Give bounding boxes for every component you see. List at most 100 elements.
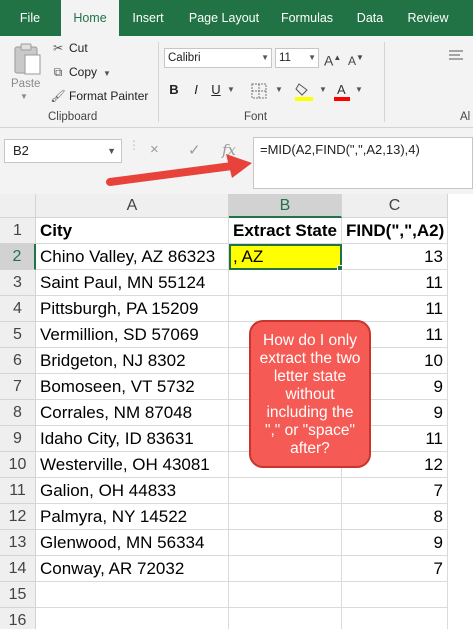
column-header-c[interactable]: C: [342, 194, 448, 218]
underline-button[interactable]: U: [208, 80, 224, 100]
cell-a11[interactable]: Galion, OH 44833: [36, 478, 229, 504]
clipboard-group-label: Clipboard: [48, 111, 98, 123]
ribbon-home: Paste ▼ ✂ Cut ⧉ Copy ▼ 🖌 Format Painter Clip…: [0, 36, 473, 128]
scissors-icon: ✂: [52, 41, 64, 55]
row-header-15[interactable]: 15: [0, 582, 36, 608]
fill-handle[interactable]: [337, 265, 343, 271]
cell-c1[interactable]: FIND(",",A2): [342, 218, 448, 244]
row-header-12[interactable]: 12: [0, 504, 36, 530]
italic-button[interactable]: I: [188, 80, 204, 100]
row-header-3[interactable]: 3: [0, 270, 36, 296]
increase-font-size-button[interactable]: A▲: [324, 49, 341, 69]
cell-a5[interactable]: Vermillion, SD 57069: [36, 322, 229, 348]
column-header-b[interactable]: B: [229, 194, 342, 218]
row-header-16[interactable]: 16: [0, 608, 36, 629]
cell-b12[interactable]: [229, 504, 342, 530]
font-size-select[interactable]: 11 ▼: [275, 48, 319, 68]
cell-c4[interactable]: 11: [342, 296, 448, 322]
cell-c14[interactable]: 7: [342, 556, 448, 582]
formula-input[interactable]: =MID(A2,FIND(",",A2,13),4): [253, 137, 473, 189]
fill-color-button[interactable]: [292, 80, 316, 101]
cell-b2[interactable]: , AZ: [229, 244, 342, 270]
tab-page-layout[interactable]: Page Layout: [178, 0, 270, 36]
copy-label: Copy: [69, 65, 98, 79]
cell-a12[interactable]: Palmyra, NY 14522: [36, 504, 229, 530]
format-painter-button[interactable]: 🖌 Format Painter: [50, 87, 148, 105]
paste-icon[interactable]: [12, 42, 42, 76]
cell-b4[interactable]: [229, 296, 342, 322]
row-header-13[interactable]: 13: [0, 530, 36, 556]
row-header-4[interactable]: 4: [0, 296, 36, 322]
cell-b15[interactable]: [229, 582, 342, 608]
font-group-label: Font: [244, 111, 268, 123]
cell-a15[interactable]: [36, 582, 229, 608]
select-all-corner[interactable]: [0, 194, 36, 218]
tab-home[interactable]: Home: [61, 0, 119, 36]
cell-c13[interactable]: 9: [342, 530, 448, 556]
row-header-10[interactable]: 10: [0, 452, 36, 478]
cell-a6[interactable]: Bridgeton, NJ 8302: [36, 348, 229, 374]
row-header-11[interactable]: 11: [0, 478, 36, 504]
row-header-1[interactable]: 1: [0, 218, 36, 244]
cell-a7[interactable]: Bomoseen, VT 5732: [36, 374, 229, 400]
cell-c15[interactable]: [342, 582, 448, 608]
row-header-14[interactable]: 14: [0, 556, 36, 582]
cell-b1[interactable]: Extract State: [229, 218, 342, 244]
cell-a14[interactable]: Conway, AR 72032: [36, 556, 229, 582]
cell-c11[interactable]: 7: [342, 478, 448, 504]
cell-b14[interactable]: [229, 556, 342, 582]
row-header-8[interactable]: 8: [0, 400, 36, 426]
fill-color-dropdown-icon[interactable]: ▼: [318, 80, 328, 100]
cell-a4[interactable]: Pittsburgh, PA 15209: [36, 296, 229, 322]
chevron-down-icon: ▼: [261, 53, 269, 62]
cut-label: Cut: [69, 41, 88, 55]
bold-button[interactable]: B: [166, 80, 182, 100]
row-header-7[interactable]: 7: [0, 374, 36, 400]
borders-dropdown-icon[interactable]: ▼: [274, 80, 284, 100]
tab-review[interactable]: Review: [398, 0, 458, 36]
cell-c2[interactable]: 13: [342, 244, 448, 270]
font-name-value: Calibri: [168, 52, 201, 64]
cell-c12[interactable]: 8: [342, 504, 448, 530]
cell-c16[interactable]: [342, 608, 448, 629]
tab-data[interactable]: Data: [344, 0, 396, 36]
row-header-2[interactable]: 2: [0, 244, 36, 270]
cell-c3[interactable]: 11: [342, 270, 448, 296]
font-name-select[interactable]: Calibri ▼: [164, 48, 272, 68]
paste-dropdown-icon[interactable]: ▼: [20, 92, 28, 101]
copy-dropdown-icon[interactable]: ▼: [103, 69, 111, 78]
underline-dropdown-icon[interactable]: ▼: [226, 80, 236, 100]
cell-b16[interactable]: [229, 608, 342, 629]
tab-file[interactable]: File: [0, 0, 60, 36]
cut-button[interactable]: ✂ Cut: [50, 39, 88, 57]
cell-b3[interactable]: [229, 270, 342, 296]
cell-a3[interactable]: Saint Paul, MN 55124: [36, 270, 229, 296]
format-painter-label: Format Painter: [69, 89, 149, 103]
font-color-dropdown-icon[interactable]: ▼: [354, 80, 364, 100]
column-header-a[interactable]: A: [36, 194, 229, 218]
borders-button[interactable]: [246, 80, 272, 100]
decrease-font-size-button[interactable]: A▼: [348, 49, 364, 68]
cell-a2[interactable]: Chino Valley, AZ 86323: [36, 244, 229, 270]
cell-a10[interactable]: Westerville, OH 43081: [36, 452, 229, 478]
font-size-value: 11: [279, 52, 291, 64]
copy-button[interactable]: ⧉ Copy ▼: [50, 63, 111, 81]
cell-b11[interactable]: [229, 478, 342, 504]
font-color-button[interactable]: A: [332, 80, 352, 101]
chevron-down-icon: ▼: [308, 53, 316, 62]
cell-a9[interactable]: Idaho City, ID 83631: [36, 426, 229, 452]
cell-a8[interactable]: Corrales, NM 87048: [36, 400, 229, 426]
align-lines-icon: [449, 50, 463, 60]
cell-b13[interactable]: [229, 530, 342, 556]
tab-formulas[interactable]: Formulas: [272, 0, 342, 36]
row-header-5[interactable]: 5: [0, 322, 36, 348]
cell-a1[interactable]: City: [36, 218, 229, 244]
row-header-6[interactable]: 6: [0, 348, 36, 374]
wrap-alignment-icon[interactable]: [444, 48, 468, 68]
cell-a13[interactable]: Glenwood, MN 56334: [36, 530, 229, 556]
paste-button-label[interactable]: Paste: [11, 78, 40, 90]
tab-insert[interactable]: Insert: [120, 0, 176, 36]
group-divider: [384, 42, 385, 122]
cell-a16[interactable]: [36, 608, 229, 629]
row-header-9[interactable]: 9: [0, 426, 36, 452]
